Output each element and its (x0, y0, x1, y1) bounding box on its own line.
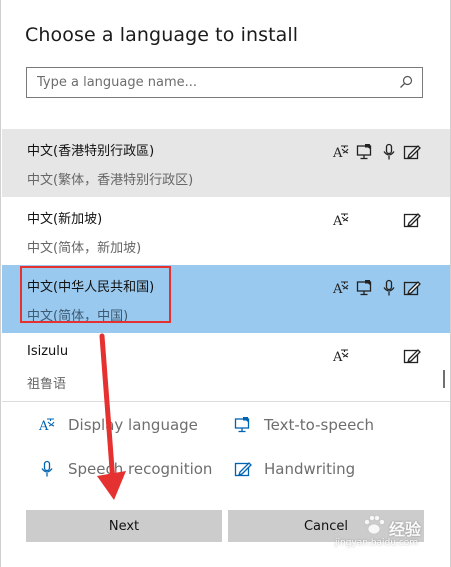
svg-text:A: A (332, 146, 343, 161)
handwriting-icon (403, 145, 421, 160)
language-name: 中文(新加坡) (27, 212, 103, 227)
text-to-speech-icon (356, 144, 372, 160)
language-search-input[interactable] (37, 75, 387, 90)
legend-divider (2, 401, 450, 402)
legend-handwriting: Handwriting (234, 460, 355, 478)
display-language-icon: A (332, 145, 349, 161)
language-search-box[interactable] (26, 67, 423, 98)
legend-speech-recognition: Speech recognition (38, 460, 212, 478)
display-language-icon: A (332, 349, 349, 365)
svg-text:A: A (332, 350, 343, 365)
language-item-zh-cn[interactable]: 中文(中华人民共和国) 中文(简体，中国) A (2, 265, 450, 333)
legend-label: Handwriting (264, 460, 356, 478)
dialog-title: Choose a language to install (25, 24, 299, 46)
next-button[interactable]: Next (26, 510, 222, 542)
microphone-icon (41, 460, 53, 477)
language-subtitle: 中文(繁体，香港特别行政区) (27, 173, 194, 188)
language-list[interactable]: 中文(香港特别行政區) 中文(繁体，香港特别行政区) A 中文(新加坡) 中文(… (2, 129, 450, 401)
display-language-icon: A (332, 213, 349, 229)
language-name: Isizulu (27, 344, 69, 359)
handwriting-icon (403, 281, 421, 296)
language-subtitle: 中文(简体，新加坡) (27, 241, 142, 256)
legend-display-language: A Display language (38, 416, 198, 434)
search-icon[interactable] (398, 74, 414, 90)
language-item-zh-hk[interactable]: 中文(香港特别行政區) 中文(繁体，香港特别行政区) A (2, 129, 450, 197)
display-language-icon: A (332, 281, 349, 297)
svg-text:A: A (38, 419, 49, 434)
install-language-dialog: Choose a language to install 中文(香港特别行政區)… (0, 0, 451, 567)
handwriting-icon (234, 462, 252, 477)
language-subtitle: 祖鲁语 (27, 377, 67, 392)
language-subtitle: 中文(简体，中国) (27, 309, 129, 324)
svg-text:A: A (332, 214, 343, 229)
language-item-zu[interactable]: Isizulu 祖鲁语 A (2, 333, 450, 401)
language-item-zh-sg[interactable]: 中文(新加坡) 中文(简体，新加坡) A (2, 197, 450, 265)
legend-label: Speech recognition (68, 460, 213, 478)
display-language-icon: A (38, 418, 55, 434)
legend-label: Text-to-speech (264, 416, 375, 434)
language-name: 中文(中华人民共和国) (27, 280, 155, 295)
cancel-button[interactable]: Cancel (228, 510, 424, 542)
microphone-icon (383, 279, 395, 296)
svg-text:A: A (332, 282, 343, 297)
handwriting-icon (403, 213, 421, 228)
legend-label: Display language (68, 416, 198, 434)
microphone-icon (383, 143, 395, 160)
language-name: 中文(香港特别行政區) (27, 144, 155, 159)
list-scrollbar[interactable] (443, 370, 445, 388)
text-to-speech-icon (234, 417, 250, 433)
text-to-speech-icon (356, 280, 372, 296)
handwriting-icon (403, 349, 421, 364)
legend-text-to-speech: Text-to-speech (234, 416, 374, 434)
